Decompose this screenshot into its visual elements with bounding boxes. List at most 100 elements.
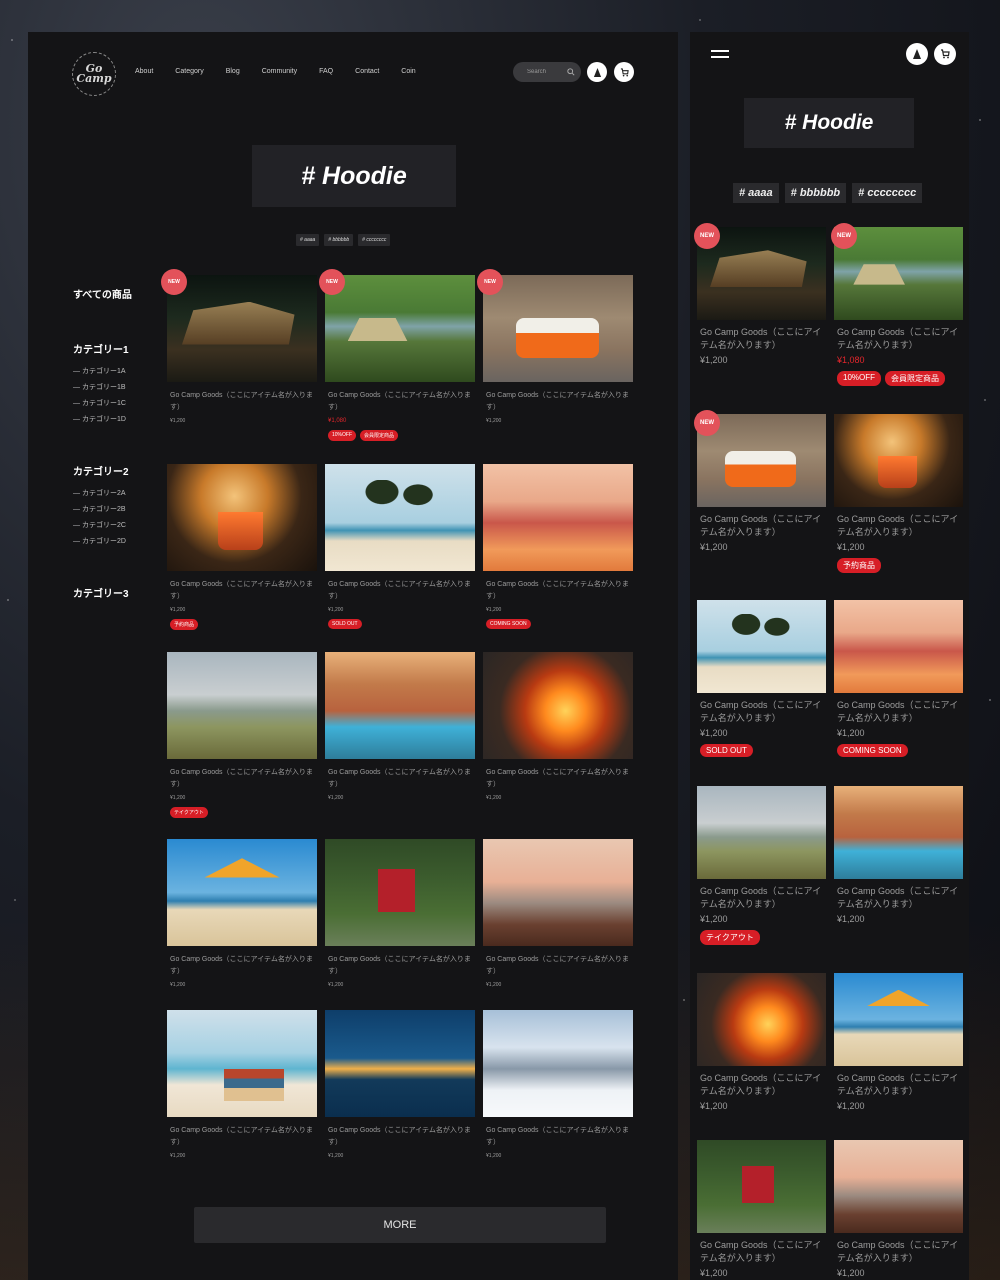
search-input[interactable] (527, 69, 567, 75)
product-name[interactable]: Go Camp Goods（ここにアイテム名が入ります） (325, 1125, 475, 1149)
product-name[interactable]: Go Camp Goods（ここにアイテム名が入ります） (697, 885, 826, 911)
product-card[interactable]: Go Camp Goods（ここにアイテム名が入ります） ¥1,200 (697, 973, 826, 1111)
product-image[interactable] (325, 464, 475, 571)
product-image[interactable] (834, 1140, 963, 1233)
product-card[interactable]: Go Camp Goods（ここにアイテム名が入ります） ¥1,200 (834, 786, 963, 924)
product-name[interactable]: Go Camp Goods（ここにアイテム名が入ります） (834, 326, 963, 352)
product-card[interactable]: Go Camp Goods（ここにアイテム名が入ります） ¥1,200 テイクアウト (167, 652, 317, 818)
sidebar-subcategory[interactable]: カテゴリー1D (73, 414, 129, 424)
product-name[interactable]: Go Camp Goods（ここにアイテム名が入ります） (483, 1125, 633, 1149)
tag-chip[interactable]: # cccccccc (358, 234, 391, 246)
nav-link-coin[interactable]: Coin (401, 68, 415, 75)
product-name[interactable]: Go Camp Goods（ここにアイテム名が入ります） (697, 1239, 826, 1265)
tag-chip[interactable]: # bbbbbb (324, 234, 354, 246)
product-name[interactable]: Go Camp Goods（ここにアイテム名が入ります） (167, 579, 317, 603)
product-image[interactable] (167, 1010, 317, 1117)
product-name[interactable]: Go Camp Goods（ここにアイテム名が入ります） (483, 390, 633, 414)
nav-link-contact[interactable]: Contact (355, 68, 379, 75)
product-image[interactable] (483, 839, 633, 946)
product-card[interactable]: Go Camp Goods（ここにアイテム名が入ります） ¥1,200 SOLD O… (697, 600, 826, 757)
tag-chip[interactable]: # cccccccc (852, 183, 923, 203)
sidebar-category-title[interactable]: カテゴリー1 (73, 341, 129, 356)
product-card[interactable]: Go Camp Goods（ここにアイテム名が入ります） ¥1,200 (697, 227, 826, 365)
product-name[interactable]: Go Camp Goods（ここにアイテム名が入ります） (483, 579, 633, 603)
product-card[interactable]: Go Camp Goods（ここにアイテム名が入ります） ¥1,200 (167, 839, 317, 988)
product-image[interactable] (483, 652, 633, 759)
product-image[interactable] (167, 464, 317, 571)
product-name[interactable]: Go Camp Goods（ここにアイテム名が入ります） (834, 885, 963, 911)
product-name[interactable]: Go Camp Goods（ここにアイテム名が入ります） (697, 513, 826, 539)
product-card[interactable]: Go Camp Goods（ここにアイテム名が入ります） ¥1,200 テイクアウト (697, 786, 826, 945)
nav-link-blog[interactable]: Blog (226, 68, 240, 75)
product-name[interactable]: Go Camp Goods（ここにアイテム名が入ります） (834, 1072, 963, 1098)
sidebar-category-title[interactable]: カテゴリー3 (73, 585, 129, 600)
product-image[interactable] (834, 786, 963, 879)
product-name[interactable]: Go Camp Goods（ここにアイテム名が入ります） (697, 326, 826, 352)
sidebar-category-title[interactable]: カテゴリー2 (73, 463, 129, 478)
product-card[interactable]: Go Camp Goods（ここにアイテム名が入ります） ¥1,200 (834, 1140, 963, 1278)
product-image[interactable] (834, 600, 963, 693)
product-image[interactable] (483, 275, 633, 382)
product-card[interactable]: Go Camp Goods（ここにアイテム名が入ります） ¥1,200 COMING… (834, 600, 963, 757)
product-card[interactable]: Go Camp Goods（ここにアイテム名が入ります） ¥1,080 10%OFF… (325, 275, 475, 441)
product-card[interactable]: Go Camp Goods（ここにアイテム名が入ります） ¥1,200 (325, 839, 475, 988)
product-name[interactable]: Go Camp Goods（ここにアイテム名が入ります） (325, 954, 475, 978)
sidebar-subcategory[interactable]: カテゴリー2A (73, 488, 129, 498)
sidebar-category-title[interactable]: すべての商品 (73, 286, 132, 301)
sidebar-subcategory[interactable]: カテゴリー2D (73, 536, 129, 546)
product-image[interactable] (167, 839, 317, 946)
hamburger-icon[interactable] (711, 50, 729, 62)
product-card[interactable]: Go Camp Goods（ここにアイテム名が入ります） ¥1,200 (834, 973, 963, 1111)
product-name[interactable]: Go Camp Goods（ここにアイテム名が入ります） (483, 767, 633, 791)
nav-link-about[interactable]: About (135, 68, 153, 75)
search-icon[interactable] (567, 68, 575, 76)
product-image[interactable] (697, 1140, 826, 1233)
tag-chip[interactable]: # bbbbbb (784, 183, 847, 203)
product-card[interactable]: Go Camp Goods（ここにアイテム名が入ります） ¥1,200 (483, 1010, 633, 1159)
sidebar-subcategory[interactable]: カテゴリー1B (73, 382, 129, 392)
product-image[interactable] (697, 600, 826, 693)
product-image[interactable] (325, 1010, 475, 1117)
product-name[interactable]: Go Camp Goods（ここにアイテム名が入ります） (697, 699, 826, 725)
product-image[interactable] (483, 1010, 633, 1117)
product-card[interactable]: Go Camp Goods（ここにアイテム名が入ります） ¥1,200 (483, 839, 633, 988)
cart-button[interactable] (614, 62, 634, 82)
product-card[interactable]: Go Camp Goods（ここにアイテム名が入ります） ¥1,200 COMING… (483, 464, 633, 629)
product-image[interactable] (325, 839, 475, 946)
more-button[interactable]: MORE (194, 1207, 606, 1243)
product-card[interactable]: Go Camp Goods（ここにアイテム名が入ります） ¥1,200 (325, 652, 475, 801)
product-name[interactable]: Go Camp Goods（ここにアイテム名が入ります） (167, 767, 317, 791)
product-name[interactable]: Go Camp Goods（ここにアイテム名が入ります） (325, 390, 475, 414)
tag-chip[interactable]: # aaaa (733, 183, 779, 203)
product-name[interactable]: Go Camp Goods（ここにアイテム名が入ります） (834, 1239, 963, 1265)
mobile-camp-button[interactable] (906, 43, 928, 65)
product-image[interactable] (167, 652, 317, 759)
product-card[interactable]: Go Camp Goods（ここにアイテム名が入ります） ¥1,080 10%OFF… (834, 227, 963, 386)
nav-link-faq[interactable]: FAQ (319, 68, 333, 75)
product-card[interactable]: Go Camp Goods（ここにアイテム名が入ります） ¥1,200 (167, 275, 317, 424)
product-name[interactable]: Go Camp Goods（ここにアイテム名が入ります） (325, 767, 475, 791)
product-card[interactable]: Go Camp Goods（ここにアイテム名が入ります） ¥1,200 予約商品 (834, 414, 963, 573)
product-name[interactable]: Go Camp Goods（ここにアイテム名が入ります） (834, 513, 963, 539)
product-name[interactable]: Go Camp Goods（ここにアイテム名が入ります） (697, 1072, 826, 1098)
product-image[interactable] (697, 973, 826, 1066)
product-card[interactable]: Go Camp Goods（ここにアイテム名が入ります） ¥1,200 (483, 652, 633, 801)
product-name[interactable]: Go Camp Goods（ここにアイテム名が入ります） (483, 954, 633, 978)
product-name[interactable]: Go Camp Goods（ここにアイテム名が入ります） (325, 579, 475, 603)
product-card[interactable]: Go Camp Goods（ここにアイテム名が入ります） ¥1,200 (167, 1010, 317, 1159)
product-card[interactable]: Go Camp Goods（ここにアイテム名が入ります） ¥1,200 予約商品 (167, 464, 317, 630)
product-name[interactable]: Go Camp Goods（ここにアイテム名が入ります） (167, 1125, 317, 1149)
product-card[interactable]: Go Camp Goods（ここにアイテム名が入ります） ¥1,200 SOLD O… (325, 464, 475, 629)
sidebar-subcategory[interactable]: カテゴリー2B (73, 504, 129, 514)
product-name[interactable]: Go Camp Goods（ここにアイテム名が入ります） (167, 390, 317, 414)
product-name[interactable]: Go Camp Goods（ここにアイテム名が入ります） (167, 954, 317, 978)
product-image[interactable] (483, 464, 633, 571)
product-image[interactable] (325, 275, 475, 382)
nav-link-category[interactable]: Category (175, 68, 203, 75)
product-card[interactable]: Go Camp Goods（ここにアイテム名が入ります） ¥1,200 (697, 1140, 826, 1278)
product-name[interactable]: Go Camp Goods（ここにアイテム名が入ります） (834, 699, 963, 725)
sidebar-subcategory[interactable]: カテゴリー1C (73, 398, 129, 408)
mobile-cart-button[interactable] (934, 43, 956, 65)
product-card[interactable]: Go Camp Goods（ここにアイテム名が入ります） ¥1,200 (697, 414, 826, 552)
product-image[interactable] (325, 652, 475, 759)
